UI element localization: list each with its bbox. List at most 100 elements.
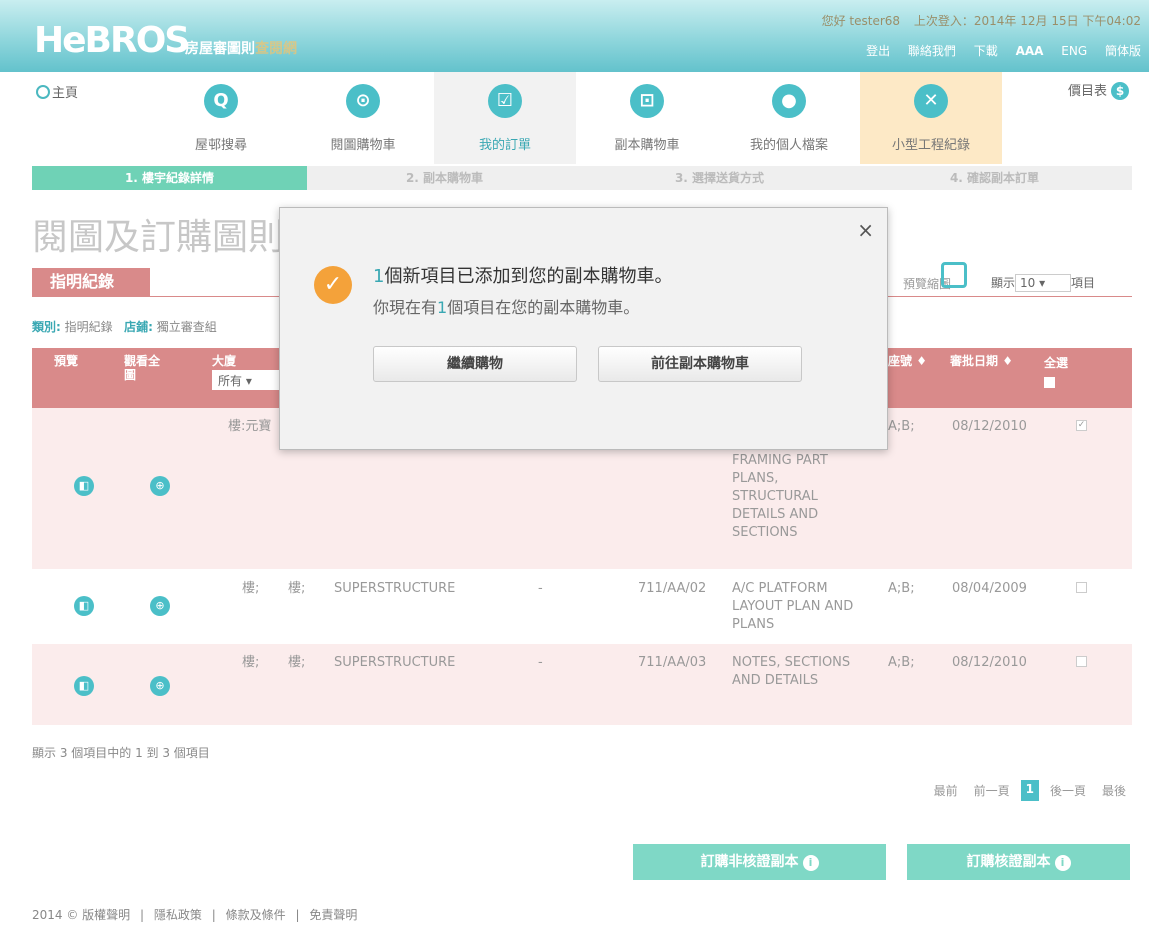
cart-icon: ⊙ xyxy=(346,84,380,118)
row-block: 樓; xyxy=(242,655,260,670)
full-view-icon[interactable]: ⊕ xyxy=(150,476,170,496)
row-description: A/C PLATFORM LAYOUT PLAN AND PLANS xyxy=(732,581,854,632)
order-certified-button[interactable]: 訂購核證副本 i xyxy=(907,844,1130,880)
go-to-copy-cart-button[interactable]: 前往副本購物車 xyxy=(598,346,802,382)
page-size-select[interactable]: 10 ▾ xyxy=(1015,274,1072,292)
price-list-link[interactable]: 價目表 $ xyxy=(1068,80,1129,100)
row-dash: - xyxy=(538,581,543,596)
page-title: 閱圖及訂購圖則 xyxy=(32,217,285,258)
section-tag: 指明紀錄 xyxy=(32,268,150,296)
preview-icon[interactable]: ◧ xyxy=(74,476,94,496)
contact-link[interactable]: 聯絡我們 xyxy=(908,44,956,58)
row-section: SUPERSTRUCTURE xyxy=(334,655,456,670)
row-description: FRAMING PART PLANS, STRUCTURAL DETAILS A… xyxy=(732,453,828,540)
privacy-link[interactable]: 隱私政策 xyxy=(154,908,202,922)
table-summary: 顯示 3 個項目中的 1 到 3 個項目 xyxy=(32,746,210,760)
info-icon: i xyxy=(1054,855,1071,871)
terms-link[interactable]: 條款及條件 xyxy=(226,908,286,922)
row-description: NOTES, SECTIONS AND DETAILS xyxy=(732,655,851,688)
user-info: 您好 tester68 上次登入：2014年 12月 15日 下午04:02 xyxy=(812,12,1141,29)
step-3: 3. 選擇送貨方式 xyxy=(582,166,857,190)
row-date: 08/04/2009 xyxy=(952,581,1027,596)
row-date: 08/12/2010 xyxy=(952,419,1027,434)
row-block: 樓:元寶 xyxy=(228,419,272,434)
row-section: SUPERSTRUCTURE xyxy=(334,581,456,596)
full-view-icon[interactable]: ⊕ xyxy=(150,676,170,696)
user-icon: ● xyxy=(772,84,806,118)
row-type: A;B; xyxy=(888,419,915,434)
logo[interactable]: HeBROS xyxy=(34,20,190,61)
nav-my-profile[interactable]: ● 我的個人檔案 xyxy=(718,72,860,164)
dialog-submessage: 你現在有1個項目在您的副本購物車。 xyxy=(373,298,640,317)
pagination: 最前 前一頁 1 後一頁 最後 xyxy=(929,780,1131,801)
logo-subtitle: 房屋審圖則查閱網 xyxy=(185,41,297,57)
full-view-icon[interactable]: ⊕ xyxy=(150,596,170,616)
thumbnail-icon[interactable] xyxy=(941,262,967,288)
pager-last[interactable]: 最後 xyxy=(1097,780,1131,801)
preview-icon[interactable]: ◧ xyxy=(74,676,94,696)
pager-prev[interactable]: 前一頁 xyxy=(969,780,1015,801)
home-icon xyxy=(36,85,50,99)
search-icon: Q xyxy=(204,84,238,118)
simplified-chinese-link[interactable]: 簡体版 xyxy=(1105,44,1141,58)
col-preview: 預覽 xyxy=(54,354,79,368)
home-link[interactable]: 主頁 xyxy=(36,82,78,101)
added-to-cart-dialog: × ✓ 1個新項目已添加到您的副本購物車。 你現在有1個項目在您的副本購物車。 … xyxy=(279,207,888,450)
order-non-certified-button[interactable]: 訂購非核證副本 i xyxy=(633,844,886,880)
row-checkbox[interactable]: ✓ xyxy=(1076,420,1087,431)
preview-icon[interactable]: ◧ xyxy=(74,596,94,616)
table-row: ◧ ⊕ 樓; 樓; SUPERSTRUCTURE - 711/AA/03 NOT… xyxy=(32,644,1132,726)
footer-sep: | xyxy=(295,908,300,922)
continue-shopping-button[interactable]: 繼續購物 xyxy=(373,346,577,382)
top-links: 登出 聯絡我們 下載 AAA ENG 簡体版 xyxy=(852,42,1141,59)
step-1: 1. 樓宇紀錄詳情 xyxy=(32,166,307,190)
nav-estate-search[interactable]: Q 屋邨搜尋 xyxy=(150,72,292,164)
row-type: A;B; xyxy=(888,655,915,670)
footer-sep: | xyxy=(140,908,145,922)
logout-link[interactable]: 登出 xyxy=(866,44,890,58)
nav-minor-works[interactable]: ✕ 小型工程紀錄 xyxy=(860,72,1002,164)
row-dash: - xyxy=(538,655,543,670)
footer: 2014 © 版權聲明 | 隱私政策 | 條款及條件 | 免責聲明 xyxy=(32,906,363,923)
step-2: 2. 副本購物車 xyxy=(307,166,582,190)
row-floor: 樓; xyxy=(288,655,306,670)
row-checkbox[interactable] xyxy=(1076,582,1087,593)
row-checkbox[interactable] xyxy=(1076,656,1087,667)
select-all-checkbox[interactable] xyxy=(1044,377,1055,388)
check-icon: ✓ xyxy=(314,266,352,304)
table-row: ◧ ⊕ 樓; 樓; SUPERSTRUCTURE - 711/AA/02 A/C… xyxy=(32,570,1132,644)
pager-next[interactable]: 後一頁 xyxy=(1045,780,1091,801)
step-4: 4. 確認副本訂單 xyxy=(857,166,1132,190)
disclaimer-link[interactable]: 免責聲明 xyxy=(309,908,357,922)
copy-cart-icon: ⊡ xyxy=(630,84,664,118)
english-link[interactable]: ENG xyxy=(1061,44,1087,58)
nav-my-orders[interactable]: ☑ 我的訂單 xyxy=(434,72,576,164)
copyright-link[interactable]: 2014 © 版權聲明 xyxy=(32,908,130,922)
row-code: 711/AA/03 xyxy=(638,655,707,670)
row-block: 樓; xyxy=(242,581,260,596)
footer-sep: | xyxy=(211,908,216,922)
dollar-icon: $ xyxy=(1111,82,1129,100)
row-floor: 樓; xyxy=(288,581,306,596)
close-icon[interactable]: × xyxy=(857,218,874,242)
row-type: A;B; xyxy=(888,581,915,596)
pager-current[interactable]: 1 xyxy=(1020,780,1039,801)
font-size-toggle[interactable]: AAA xyxy=(1016,44,1044,58)
info-icon: i xyxy=(802,855,819,871)
tools-icon: ✕ xyxy=(914,84,948,118)
nav-copy-cart[interactable]: ⊡ 副本購物車 xyxy=(576,72,718,164)
select-all[interactable]: 全選 xyxy=(1044,354,1068,388)
checkbox-icon: ☑ xyxy=(488,84,522,118)
download-link[interactable]: 下載 xyxy=(974,44,998,58)
col-type[interactable]: 座號 ♦ xyxy=(888,354,927,368)
row-date: 08/12/2010 xyxy=(952,655,1027,670)
greeting: 您好 tester68 xyxy=(821,14,901,28)
filter-info: 類別: 指明紀錄 店鋪: 獨立審查組 xyxy=(32,320,217,334)
pager-first[interactable]: 最前 xyxy=(929,780,963,801)
col-approval-date[interactable]: 審批日期 ♦ xyxy=(950,354,1013,368)
page-size-control: 顯示 10 ▾ 項目 xyxy=(991,274,1096,292)
col-block[interactable]: 大廈 xyxy=(212,354,236,368)
block-filter-select[interactable]: 所有 ▾ xyxy=(212,370,282,390)
nav-viewing-cart[interactable]: ⊙ 閱圖購物車 xyxy=(292,72,434,164)
last-login: 上次登入：2014年 12月 15日 下午04:02 xyxy=(913,14,1141,28)
